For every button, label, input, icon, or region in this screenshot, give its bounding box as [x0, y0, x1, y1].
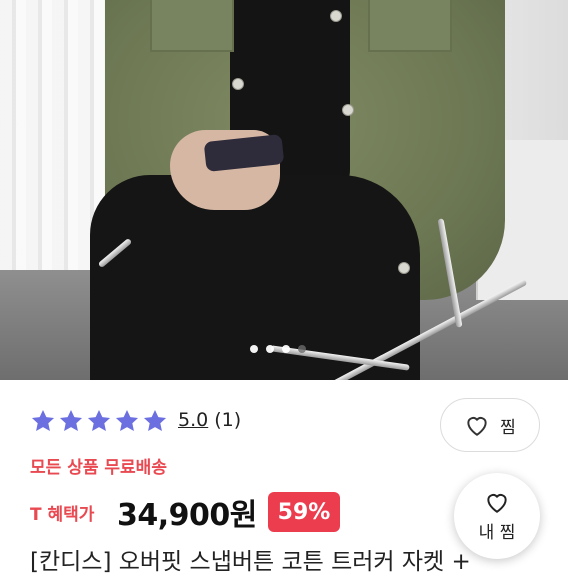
star-icon [143, 409, 167, 431]
star-icon [59, 409, 83, 431]
gallery-dot-active[interactable] [250, 345, 258, 353]
rating-score: 5.0 [178, 409, 209, 431]
my-wishlist-fab[interactable]: 내 찜 [454, 473, 540, 559]
benefit-price-label: T 혜택가 [30, 505, 95, 525]
rating-summary[interactable]: 5.0 (1) [178, 409, 241, 431]
star-icon [115, 409, 139, 431]
star-icon [31, 409, 55, 431]
star-icon [87, 409, 111, 431]
my-wishlist-label: 내 찜 [478, 522, 516, 543]
review-count: (1) [214, 409, 242, 431]
price-amount: 34,900원 [117, 498, 257, 533]
jacket-pocket-left [150, 0, 234, 52]
star-rating [30, 408, 168, 434]
wishlist-label: 찜 [500, 417, 516, 438]
heart-icon [487, 493, 507, 513]
free-shipping-text: 모든 상품 무료배송 [30, 458, 167, 478]
wishlist-button[interactable]: 찜 [440, 398, 540, 452]
product-image[interactable] [0, 0, 568, 380]
jacket-button [232, 78, 244, 90]
jacket-button [398, 262, 410, 274]
discount-badge: 59% [268, 492, 340, 532]
gallery-dot[interactable] [298, 345, 306, 353]
heart-icon [467, 417, 487, 436]
jacket-pocket-right [368, 0, 452, 52]
jacket-button [342, 104, 354, 116]
gallery-dot[interactable] [266, 345, 274, 353]
gallery-dot[interactable] [282, 345, 290, 353]
gallery-pagination [250, 345, 306, 353]
jacket-button [330, 10, 342, 22]
